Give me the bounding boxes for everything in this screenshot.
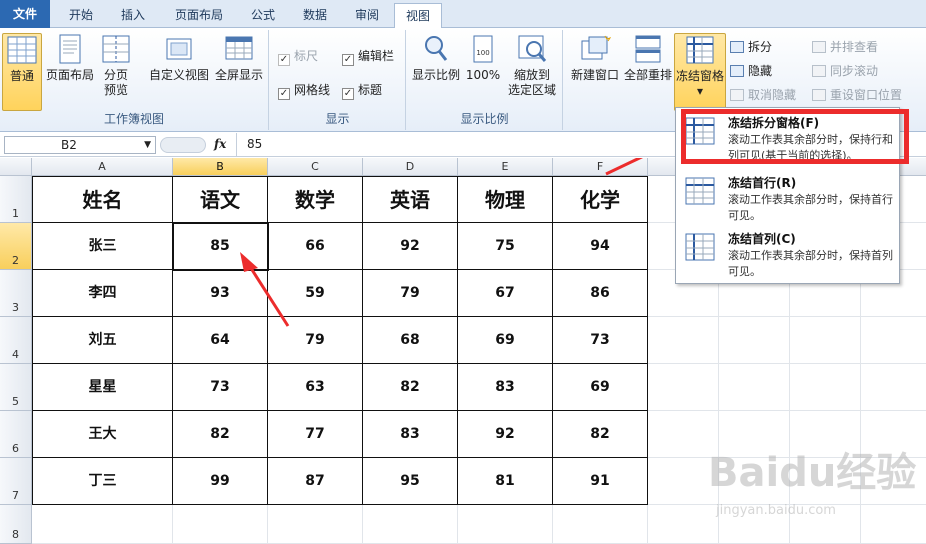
group-label-workbook-views: 工作簿视图 — [103, 112, 164, 126]
svg-text:100: 100 — [476, 49, 489, 57]
reset-position-icon — [812, 89, 826, 101]
page-layout-icon — [54, 33, 86, 65]
freeze-panes-button[interactable]: 冻结窗格 ▾ — [674, 33, 726, 111]
full-screen-icon — [223, 33, 255, 65]
red-arrow-to-b2 — [245, 261, 290, 327]
freeze-first-column-icon — [684, 232, 716, 262]
chevron-down-icon: ▼ — [144, 140, 151, 150]
zoom-100-icon: 100 — [467, 33, 499, 65]
page-break-icon — [100, 33, 132, 65]
zoom-selection-icon — [516, 33, 548, 65]
hide-button[interactable]: 隐藏 — [730, 62, 772, 80]
arrange-all-button[interactable]: 全部重排 — [622, 33, 674, 83]
freeze-panes-icon — [684, 34, 716, 66]
side-by-side-button[interactable]: 并排查看 — [812, 38, 878, 56]
normal-view-icon — [6, 34, 38, 66]
page-break-preview-button[interactable]: 分页 预览 — [98, 33, 134, 98]
fx-icon[interactable]: fx — [214, 137, 226, 151]
ribbon-tabs: 文件 开始 插入 页面布局 公式 数据 审阅 视图 — [0, 0, 926, 28]
sync-scroll-icon — [812, 65, 826, 77]
zoom-button[interactable]: 显示比例 — [411, 33, 461, 83]
tab-data[interactable]: 数据 — [290, 3, 340, 28]
freeze-top-row-icon — [684, 176, 716, 206]
ruler-checkbox[interactable]: ✓ 标尺 — [278, 48, 318, 66]
custom-views-button[interactable]: 自定义视图 — [146, 33, 212, 83]
zoom-100-button[interactable]: 100 100% — [465, 33, 501, 83]
chevron-down-icon: ▾ — [696, 84, 704, 98]
tab-formulas[interactable]: 公式 — [238, 3, 288, 28]
unhide-icon — [730, 89, 744, 101]
formula-bar-splitter[interactable] — [160, 137, 206, 153]
group-show: ✓ 标尺 ✓ 编辑栏 ✓ 网格线 ✓ 标题 显示 — [270, 30, 406, 130]
headings-checkbox[interactable]: ✓ 标题 — [342, 82, 382, 100]
full-screen-button[interactable]: 全屏显示 — [212, 33, 266, 83]
zoom-to-selection-button[interactable]: 缩放到 选定区域 — [505, 33, 559, 98]
split-icon — [730, 41, 744, 53]
unhide-button[interactable]: 取消隐藏 — [730, 86, 796, 104]
formula-bar-checkbox[interactable]: ✓ 编辑栏 — [342, 48, 394, 66]
group-label-zoom: 显示比例 — [460, 112, 509, 126]
tab-home[interactable]: 开始 — [56, 3, 106, 28]
group-zoom: 显示比例 100 100% 缩放到 选定区域 显示比例 — [407, 30, 563, 130]
hide-icon — [730, 65, 744, 77]
side-by-side-icon — [812, 41, 826, 53]
sync-scroll-button[interactable]: 同步滚动 — [812, 62, 878, 80]
new-window-icon — [579, 33, 612, 65]
reset-window-position-button[interactable]: 重设窗口位置 — [812, 86, 902, 104]
tab-view[interactable]: 视图 — [394, 3, 442, 28]
normal-view-button[interactable]: 普通 — [2, 33, 42, 111]
magnifier-icon — [420, 33, 452, 65]
arrange-all-icon — [632, 33, 664, 65]
group-workbook-views: 普通 页面布局 分页 预览 自定义视图 全屏显示 工作簿视图 — [0, 30, 269, 130]
menu-item-freeze-top-row[interactable]: 冻结首行(R) 滚动工作表其余部分时，保持首行可见。 — [676, 170, 899, 226]
tab-file[interactable]: 文件 — [0, 0, 50, 28]
page-layout-view-button[interactable]: 页面布局 — [44, 33, 96, 83]
tab-page-layout[interactable]: 页面布局 — [162, 3, 236, 28]
group-label-show: 显示 — [325, 112, 350, 126]
name-box[interactable]: B2 ▼ — [4, 136, 156, 154]
custom-views-icon — [163, 33, 195, 65]
tab-insert[interactable]: 插入 — [108, 3, 158, 28]
active-cell-outline — [172, 222, 269, 271]
gridlines-checkbox[interactable]: ✓ 网格线 — [278, 82, 330, 100]
menu-item-freeze-first-column[interactable]: 冻结首列(C) 滚动工作表其余部分时，保持首列可见。 — [676, 226, 899, 282]
watermark-url: jingyan.baidu.com — [716, 503, 836, 518]
watermark-logo: Baidu经验 — [708, 450, 917, 496]
annotation-red-box — [681, 109, 909, 164]
new-window-button[interactable]: 新建窗口 — [568, 33, 622, 83]
tab-review[interactable]: 审阅 — [342, 3, 392, 28]
split-button[interactable]: 拆分 — [730, 38, 772, 56]
